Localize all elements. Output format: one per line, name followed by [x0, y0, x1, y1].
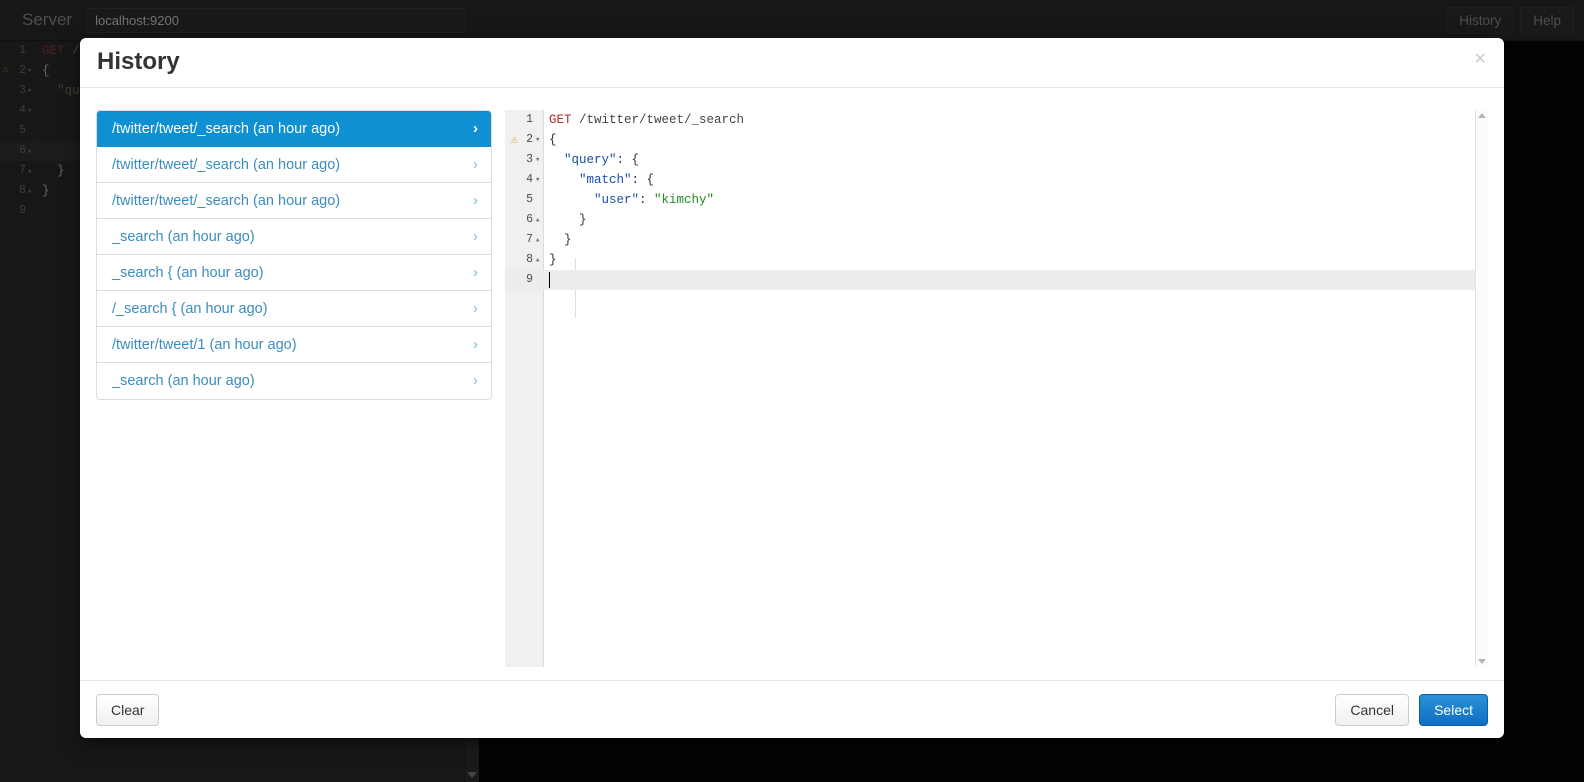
text-cursor: [549, 272, 550, 288]
fold-toggle-icon[interactable]: ▴: [535, 210, 543, 230]
code-line-5: 5 "user": "kimchy": [505, 190, 1488, 210]
line-number: 9: [526, 273, 533, 286]
history-list: /twitter/tweet/_search (an hour ago) ›/tw…: [96, 110, 492, 400]
history-list-item-7[interactable]: _search (an hour ago) ›: [97, 363, 491, 399]
history-list-item-1[interactable]: /twitter/tweet/_search (an hour ago) ›: [97, 147, 491, 183]
code-line-1: 1 GET /twitter/tweet/_search: [505, 110, 1488, 130]
code-line-7: 7 ▴ }: [505, 230, 1488, 250]
code-text: }: [549, 213, 587, 227]
dialog-title: History: [97, 48, 180, 75]
fold-toggle-icon[interactable]: ▾: [535, 150, 543, 170]
code-text: GET /twitter/tweet/_search: [549, 113, 745, 127]
code-text: {: [549, 133, 557, 147]
line-number: 2: [526, 133, 533, 146]
code-text: "match": {: [579, 173, 655, 187]
dialog-body: /twitter/tweet/_search (an hour ago) ›/tw…: [80, 88, 1504, 679]
scroll-up-arrow-icon[interactable]: [1478, 113, 1486, 118]
history-dialog: History × /twitter/tweet/_search (an hou…: [80, 38, 1504, 738]
code-line-4: 4 ▾ "match": {: [505, 170, 1488, 190]
chevron-right-icon: ›: [473, 372, 478, 389]
fold-toggle-icon[interactable]: ▴: [535, 230, 543, 250]
code-line-9: 9: [505, 270, 1488, 290]
history-list-item-3[interactable]: _search (an hour ago) ›: [97, 219, 491, 255]
history-list-item-4[interactable]: _search { (an hour ago) ›: [97, 255, 491, 291]
fold-toggle-icon[interactable]: ▴: [535, 250, 543, 270]
line-number: 1: [526, 113, 533, 126]
history-list-item-6[interactable]: /twitter/tweet/1 (an hour ago) ›: [97, 327, 491, 363]
code-line-3: 3 ▾ "query": {: [505, 150, 1488, 170]
history-item-label: _search (an hour ago): [112, 229, 255, 245]
chevron-right-icon: ›: [473, 300, 478, 317]
chevron-right-icon: ›: [473, 336, 478, 353]
code-text: }: [549, 233, 572, 247]
dialog-footer: Clear Cancel Select: [80, 680, 1504, 738]
select-button[interactable]: Select: [1419, 694, 1488, 726]
clear-button[interactable]: Clear: [96, 694, 160, 726]
chevron-right-icon: ›: [473, 264, 478, 281]
line-number: 6: [526, 213, 533, 226]
code-line-2: ⚠ 2 ▾{: [505, 130, 1488, 150]
fold-toggle-icon[interactable]: ▾: [535, 170, 543, 190]
history-item-label: /twitter/tweet/_search (an hour ago): [112, 193, 341, 209]
cancel-button[interactable]: Cancel: [1335, 694, 1409, 726]
code-line-6: 6 ▴ }: [505, 210, 1488, 230]
history-item-label: _search (an hour ago): [112, 373, 255, 389]
history-item-label: _search { (an hour ago): [112, 265, 264, 281]
fold-toggle-icon[interactable]: ▾: [535, 130, 543, 150]
history-item-label: /twitter/tweet/1 (an hour ago): [112, 337, 297, 353]
line-number: 8: [526, 253, 533, 266]
history-preview-editor[interactable]: 1 GET /twitter/tweet/_search ⚠ 2 ▾{3 ▾ "query…: [505, 110, 1488, 667]
editor-scrollbar[interactable]: [1475, 110, 1488, 667]
code-text: "query": {: [564, 153, 640, 167]
close-icon[interactable]: ×: [1470, 47, 1490, 71]
dialog-header: History ×: [80, 38, 1504, 88]
line-number: 5: [526, 193, 533, 206]
code-line-8: 8 ▴}: [505, 250, 1488, 270]
editor-lines: 1 GET /twitter/tweet/_search ⚠ 2 ▾{3 ▾ "query…: [505, 110, 1488, 290]
history-list-item-0[interactable]: /twitter/tweet/_search (an hour ago) ›: [97, 111, 491, 147]
line-number: 3: [526, 153, 533, 166]
history-item-label: /twitter/tweet/_search (an hour ago): [112, 121, 341, 137]
history-item-label: /twitter/tweet/_search (an hour ago): [112, 157, 341, 173]
chevron-right-icon: ›: [473, 228, 478, 245]
history-item-label: /_search { (an hour ago): [112, 301, 268, 317]
line-number: 7: [526, 233, 533, 246]
history-list-item-5[interactable]: /_search { (an hour ago) ›: [97, 291, 491, 327]
code-text: }: [549, 253, 557, 267]
line-number: 4: [526, 173, 533, 186]
code-text: "user": "kimchy": [594, 193, 715, 207]
history-list-item-2[interactable]: /twitter/tweet/_search (an hour ago) ›: [97, 183, 491, 219]
chevron-right-icon: ›: [473, 156, 478, 173]
scroll-down-arrow-icon[interactable]: [1478, 659, 1486, 664]
chevron-right-icon: ›: [473, 192, 478, 209]
chevron-right-icon: ›: [473, 120, 478, 137]
